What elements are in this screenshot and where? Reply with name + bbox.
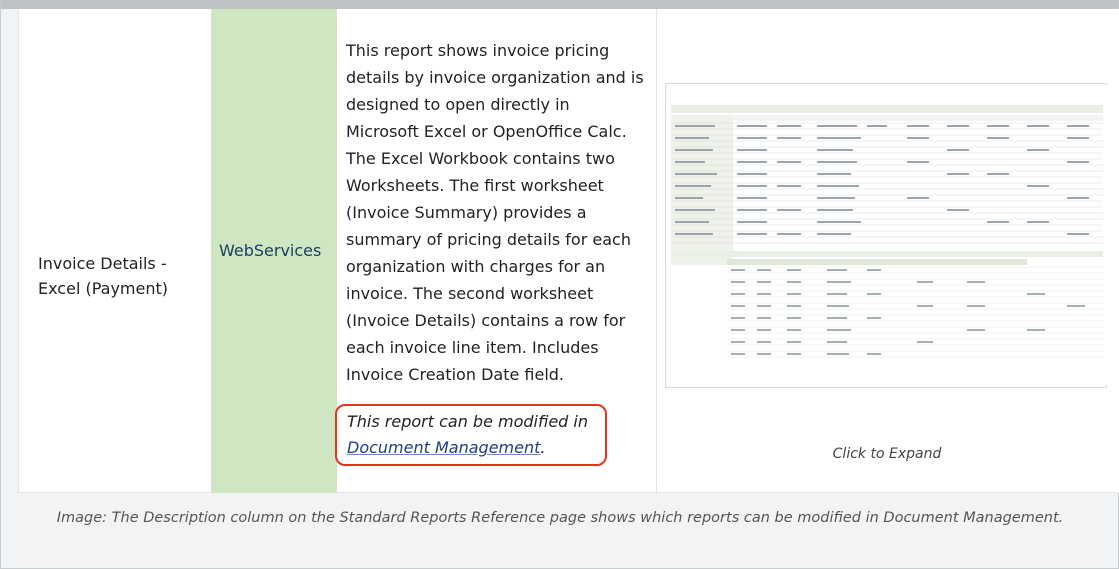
column-divider: [656, 9, 657, 493]
note-text: This report can be modified in: [347, 412, 588, 431]
spreadsheet-preview-image: [667, 85, 1107, 385]
image-caption: Image: The Description column on the Sta…: [56, 510, 1064, 526]
report-name-cell: Invoice Details - Excel (Payment): [38, 254, 168, 298]
note-suffix: .: [540, 438, 546, 457]
report-thumbnail[interactable]: Click to Expand: [665, 83, 1107, 462]
document-management-link[interactable]: Document Management: [347, 438, 540, 457]
document-management-note: This report can be modified in Document …: [347, 409, 607, 461]
source-cell-text: WebServices: [219, 241, 322, 260]
table-border-left: [18, 9, 19, 493]
click-to-expand-label[interactable]: Click to Expand: [666, 446, 1108, 468]
row-divider: [18, 492, 1119, 493]
description-cell: This report shows invoice pricing detail…: [346, 41, 644, 384]
